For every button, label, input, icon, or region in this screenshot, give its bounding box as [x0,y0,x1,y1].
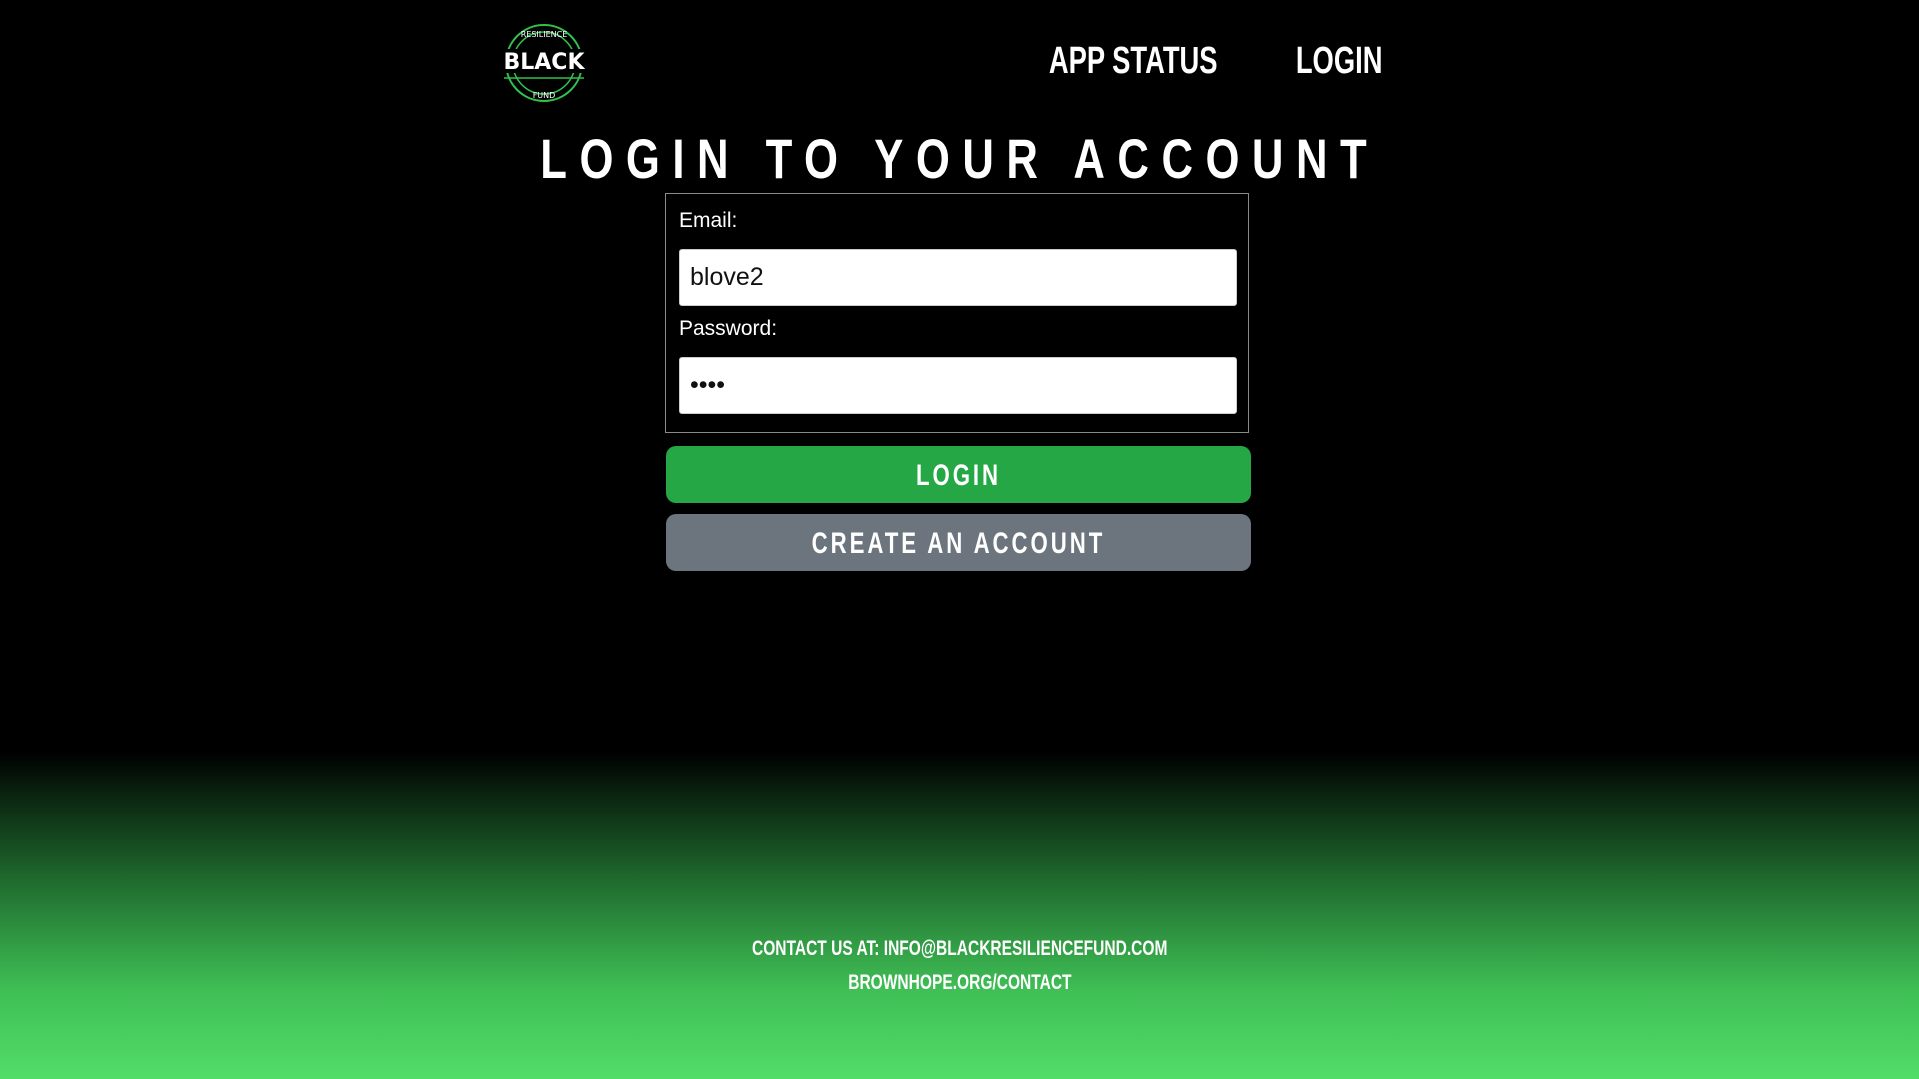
top-nav: APP STATUS LOGIN [1016,38,1399,84]
logo-main-text: BLACK [503,50,585,75]
footer-link[interactable]: BROWNHOPE.ORG/CONTACT [0,966,1919,1000]
brand-logo[interactable]: BLACK RESILIENCE FUND [496,20,592,106]
footer-link-text: BROWNHOPE.ORG/CONTACT [847,971,1072,994]
password-field[interactable] [679,357,1237,414]
create-account-button[interactable]: CREATE AN ACCOUNT [666,514,1251,571]
login-button-label: LOGIN [915,459,1002,492]
login-form: Email: Password: [665,193,1249,433]
nav-app-status-link[interactable]: APP STATUS [1016,38,1250,84]
page-title: LOGIN TO YOUR ACCOUNT [0,128,1919,190]
email-label: Email: [679,209,738,232]
footer-contact-text: CONTACT US AT: INFO@BLACKRESILIENCEFUND.… [751,937,1168,960]
logo-top-text: RESILIENCE [521,30,568,39]
nav-login-label: LOGIN [1295,40,1383,82]
nav-app-status-label: APP STATUS [1049,40,1218,82]
logo-bottom-text: FUND [533,91,556,100]
footer-contact: CONTACT US AT: INFO@BLACKRESILIENCEFUND.… [0,932,1919,966]
page-title-text: LOGIN TO YOUR ACCOUNT [540,127,1379,190]
create-account-button-label: CREATE AN ACCOUNT [811,527,1106,560]
login-button[interactable]: LOGIN [666,446,1251,503]
nav-login-link[interactable]: LOGIN [1279,38,1399,84]
email-field[interactable] [679,249,1237,306]
logo-emblem-icon: BLACK RESILIENCE FUND [500,24,588,102]
password-label: Password: [679,317,778,340]
